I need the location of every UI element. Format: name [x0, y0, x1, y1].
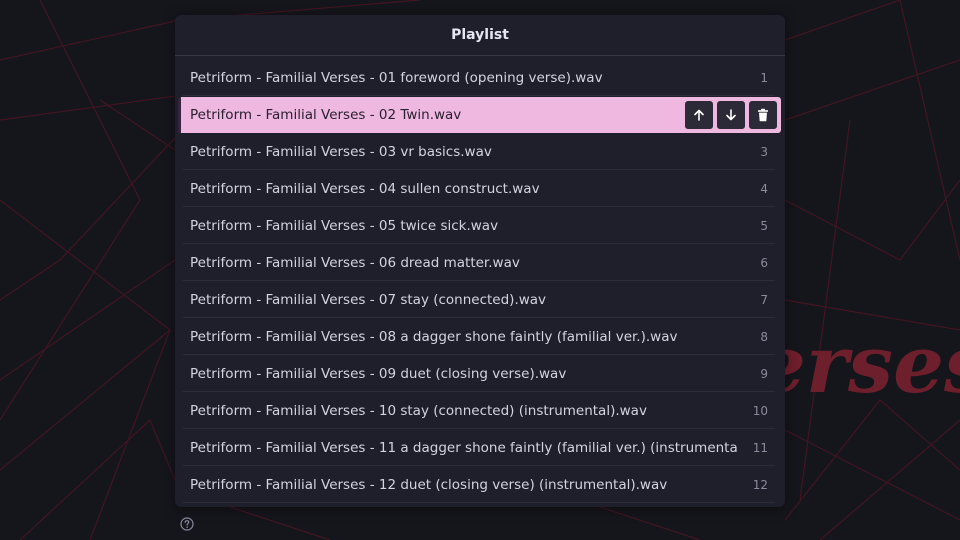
playlist-row[interactable]: Petriform - Familial Verses - 01 forewor…: [183, 60, 775, 96]
track-number: 10: [752, 403, 768, 418]
move-up-button[interactable]: [685, 101, 713, 129]
help-icon[interactable]: [180, 517, 194, 531]
arrow-down-icon: [726, 109, 736, 121]
row-actions: [685, 101, 781, 129]
track-number: 11: [752, 440, 768, 455]
playlist-row[interactable]: Petriform - Familial Verses - 08 a dagge…: [183, 319, 775, 355]
playlist-row[interactable]: Petriform - Familial Verses - 06 dread m…: [183, 245, 775, 281]
playlist-panel: Playlist Petriform - Familial Verses - 0…: [175, 15, 785, 507]
track-name: Petriform - Familial Verses - 09 duet (c…: [190, 365, 567, 382]
playlist-row[interactable]: Petriform - Familial Verses - 03 vr basi…: [183, 134, 775, 170]
playlist-row[interactable]: Petriform - Familial Verses - 12 duet (c…: [183, 467, 775, 503]
playlist-header: Playlist: [175, 15, 785, 56]
move-down-button[interactable]: [717, 101, 745, 129]
track-number: 1: [760, 70, 768, 85]
arrow-up-icon: [694, 109, 704, 121]
playlist-row[interactable]: Petriform - Familial Verses - 09 duet (c…: [183, 356, 775, 392]
track-number: 8: [760, 329, 768, 344]
track-name: Petriform - Familial Verses - 10 stay (c…: [190, 402, 647, 419]
track-number: 7: [760, 292, 768, 307]
background-logo-text: erses: [755, 317, 960, 411]
track-name: Petriform - Familial Verses - 02 Twin.wa…: [190, 107, 462, 123]
track-name: Petriform - Familial Verses - 12 duet (c…: [190, 476, 668, 493]
playlist-row[interactable]: Petriform - Familial Verses - 10 stay (c…: [183, 393, 775, 429]
track-name: Petriform - Familial Verses - 05 twice s…: [190, 217, 499, 234]
track-name: Petriform - Familial Verses - 07 stay (c…: [190, 291, 547, 308]
track-name: Petriform - Familial Verses - 11 a dagge…: [190, 439, 738, 456]
track-name: Petriform - Familial Verses - 03 vr basi…: [190, 143, 492, 160]
track-number: 4: [760, 181, 768, 196]
trash-icon: [758, 108, 768, 122]
track-number: 9: [760, 366, 768, 381]
track-name: Petriform - Familial Verses - 01 forewor…: [190, 69, 603, 86]
track-name: Petriform - Familial Verses - 04 sullen …: [190, 180, 540, 197]
track-name: Petriform - Familial Verses - 08 a dagge…: [190, 328, 678, 345]
playlist-title: Playlist: [451, 27, 509, 43]
track-number: 12: [752, 477, 768, 492]
track-number: 3: [760, 144, 768, 159]
playlist-row[interactable]: Petriform - Familial Verses - 05 twice s…: [183, 208, 775, 244]
playlist-row[interactable]: Petriform - Familial Verses - 07 stay (c…: [183, 282, 775, 318]
track-number: 6: [760, 255, 768, 270]
track-number: 5: [760, 218, 768, 233]
playlist-row[interactable]: Petriform - Familial Verses - 04 sullen …: [183, 171, 775, 207]
playlist-row[interactable]: Petriform - Familial Verses - 02 Twin.wa…: [178, 97, 781, 133]
delete-button[interactable]: [749, 101, 777, 129]
playlist-row[interactable]: Petriform - Familial Verses - 11 a dagge…: [183, 430, 775, 466]
track-name: Petriform - Familial Verses - 06 dread m…: [190, 254, 520, 271]
